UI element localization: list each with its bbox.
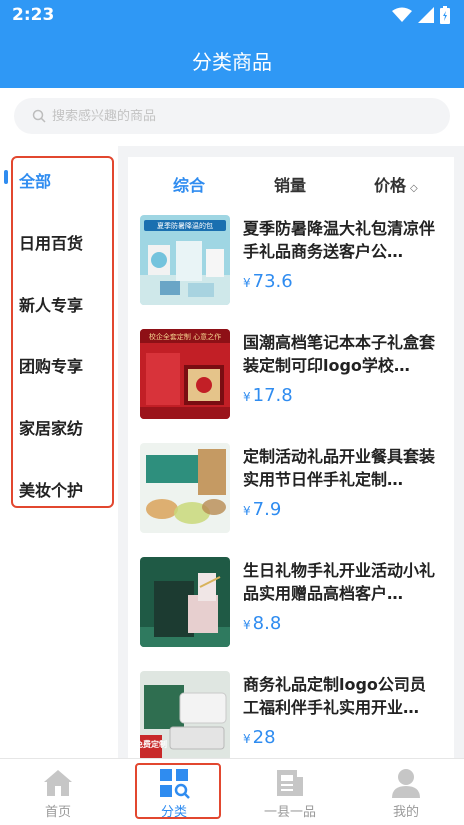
product-card[interactable]: 定制活动礼品开业餐具套装实用节日伴手礼定制… ¥7.9 bbox=[140, 443, 440, 535]
wifi-icon bbox=[392, 7, 412, 22]
active-category-indicator bbox=[4, 170, 8, 184]
category-item-home[interactable]: 家居家纺 bbox=[19, 415, 83, 439]
thumb-caption: 免费定制 bbox=[140, 739, 167, 749]
product-card[interactable]: 生日礼物手礼开业活动小礼品实用赠品高档客户… ¥8.8 bbox=[140, 557, 440, 649]
sort-tab-overall[interactable]: 综合 bbox=[173, 172, 205, 196]
product-list-panel: 综合 销量 价格 ◇ 夏季防暑降温的包 夏季防暑降温大礼包清凉伴手礼品商务送客户… bbox=[128, 157, 454, 758]
product-name: 定制活动礼品开业餐具套装实用节日伴手礼定制… bbox=[243, 447, 436, 489]
thumb-caption: 校企全套定制 心意之作 bbox=[149, 332, 221, 341]
sort-tab-sales[interactable]: 销量 bbox=[274, 172, 306, 196]
category-highlight-box bbox=[11, 156, 114, 508]
product-image: 夏季防暑降温的包 bbox=[140, 215, 230, 305]
search-bar bbox=[0, 88, 464, 146]
search-box[interactable] bbox=[14, 98, 450, 134]
product-name: 夏季防暑降温大礼包清凉伴手礼品商务送客户公… bbox=[243, 219, 436, 261]
sort-tab-price[interactable]: 价格 ◇ bbox=[374, 172, 418, 196]
price-value: 7.9 bbox=[252, 499, 282, 520]
product-image bbox=[140, 443, 230, 533]
product-price: ¥73.6 bbox=[243, 271, 293, 292]
tab-profile[interactable]: 我的 bbox=[348, 759, 464, 825]
tab-home-label: 首页 bbox=[44, 805, 71, 820]
sort-bar: 综合 销量 价格 ◇ bbox=[128, 157, 454, 207]
product-image: 校企全套定制 心意之作 bbox=[140, 329, 230, 419]
product-card[interactable]: 免费定制 商务礼品定制logo公司员工福利伴手礼实用开业… ¥28 bbox=[140, 671, 440, 758]
search-icon bbox=[32, 109, 46, 123]
currency-symbol: ¥ bbox=[243, 504, 251, 518]
product-price: ¥17.8 bbox=[243, 385, 293, 406]
bottom-tab-bar: 首页 分类 一县一品 我的 bbox=[0, 758, 464, 825]
category-item-daily[interactable]: 日用百货 bbox=[19, 230, 83, 254]
product-card[interactable]: 夏季防暑降温的包 夏季防暑降温大礼包清凉伴手礼品商务送客户公… ¥73.6 bbox=[140, 215, 440, 307]
category-item-beauty[interactable]: 美妆个护 bbox=[19, 477, 83, 501]
sort-tab-price-label: 价格 bbox=[374, 176, 407, 195]
thumb-caption: 夏季防暑降温的包 bbox=[157, 221, 213, 230]
app-root: 2:23 分类商品 全部 日用百货 新人专享 团购专享 家居家纺 美妆个护 综合… bbox=[0, 0, 464, 825]
currency-symbol: ¥ bbox=[243, 390, 251, 404]
category-item-group[interactable]: 团购专享 bbox=[19, 353, 83, 377]
currency-symbol: ¥ bbox=[243, 732, 251, 746]
product-price: ¥8.8 bbox=[243, 613, 281, 634]
top-bar: 2:23 分类商品 bbox=[0, 0, 464, 88]
tab-profile-label: 我的 bbox=[392, 805, 419, 820]
currency-symbol: ¥ bbox=[243, 618, 251, 632]
sort-arrows-icon: ◇ bbox=[410, 183, 418, 194]
currency-symbol: ¥ bbox=[243, 276, 251, 290]
category-item-all[interactable]: 全部 bbox=[19, 168, 51, 192]
status-icons bbox=[392, 6, 450, 24]
product-name: 生日礼物手礼开业活动小礼品实用赠品高档客户… bbox=[243, 561, 436, 603]
price-value: 28 bbox=[252, 727, 276, 748]
category-sidebar: 全部 日用百货 新人专享 团购专享 家居家纺 美妆个护 bbox=[0, 146, 118, 758]
tab-county-product-label: 一县一品 bbox=[263, 805, 316, 820]
price-value: 17.8 bbox=[252, 385, 293, 406]
tab-home[interactable]: 首页 bbox=[0, 759, 116, 825]
tab-county-product[interactable]: 一县一品 bbox=[232, 759, 348, 825]
status-time: 2:23 bbox=[12, 5, 55, 25]
category-item-newcomer[interactable]: 新人专享 bbox=[19, 292, 83, 316]
user-icon bbox=[392, 769, 420, 798]
product-image: 免费定制 bbox=[140, 671, 230, 758]
product-name: 国潮高档笔记本本子礼盒套装定制可印logo学校… bbox=[243, 333, 436, 375]
signal-icon bbox=[418, 7, 434, 23]
news-icon bbox=[277, 770, 303, 796]
product-image bbox=[140, 557, 230, 647]
page-title: 分类商品 bbox=[192, 50, 272, 74]
search-input[interactable] bbox=[52, 108, 432, 124]
product-card[interactable]: 校企全套定制 心意之作 国潮高档笔记本本子礼盒套装定制可印logo学校… ¥17… bbox=[140, 329, 440, 421]
product-name: 商务礼品定制logo公司员工福利伴手礼实用开业… bbox=[243, 675, 426, 717]
home-icon bbox=[44, 770, 72, 796]
battery-icon bbox=[440, 6, 450, 24]
tab-highlight-box bbox=[135, 763, 221, 819]
product-price: ¥28 bbox=[243, 727, 276, 748]
price-value: 8.8 bbox=[252, 613, 282, 634]
product-price: ¥7.9 bbox=[243, 499, 281, 520]
price-value: 73.6 bbox=[252, 271, 293, 292]
